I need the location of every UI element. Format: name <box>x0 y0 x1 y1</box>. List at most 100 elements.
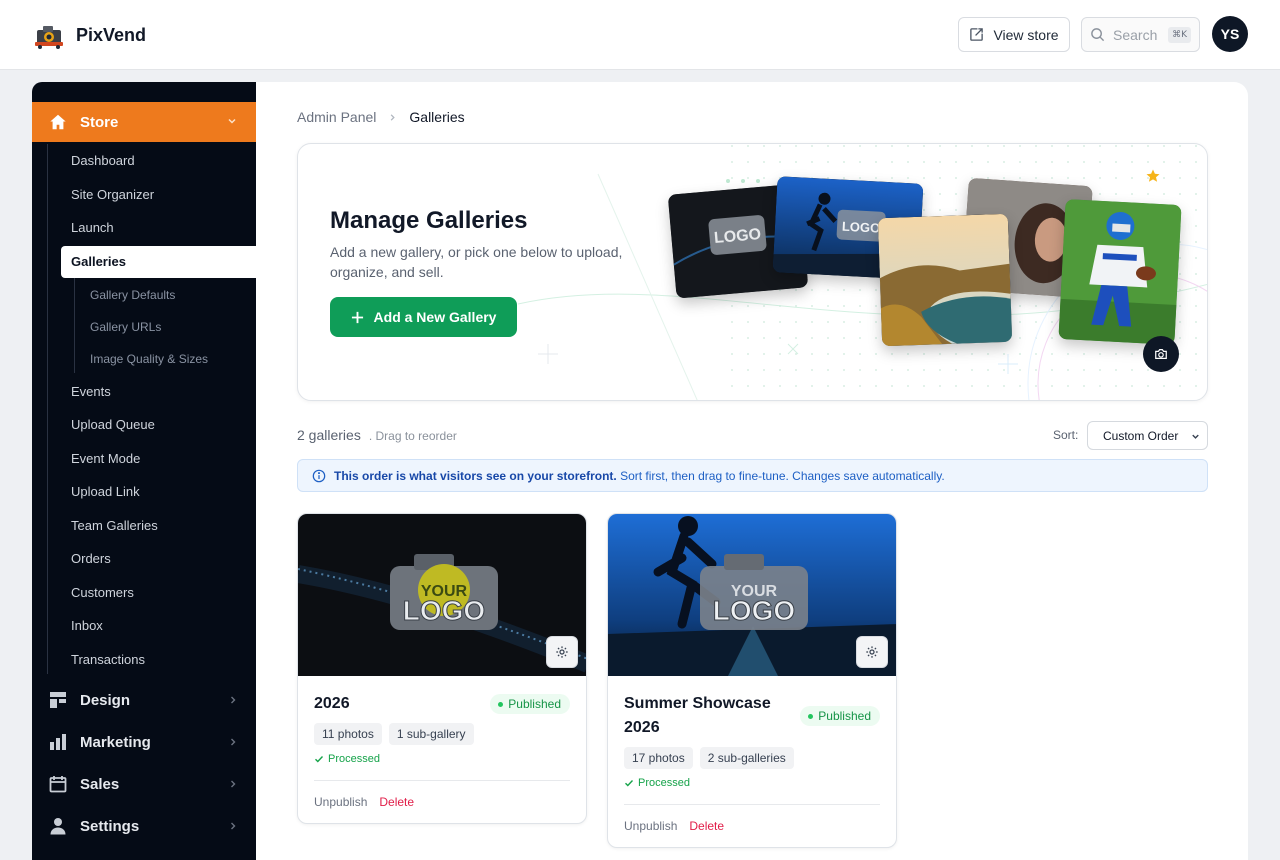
chevron-down-icon <box>1192 434 1199 439</box>
logo-text: LOGO <box>403 595 485 626</box>
sidebar-item-event-mode[interactable]: Event Mode <box>61 442 256 476</box>
user-icon <box>50 818 66 835</box>
status-dot <box>498 701 504 707</box>
status-dot <box>808 713 814 719</box>
sort-label: Sort: <box>1053 428 1079 442</box>
gallery-actions: Unpublish Delete <box>314 795 570 809</box>
sidebar-item-label: Events <box>71 383 111 399</box>
page-title: Manage Galleries <box>330 207 528 234</box>
breadcrumb-root[interactable]: Admin Panel <box>297 109 376 125</box>
brand[interactable]: PixVend <box>34 20 146 50</box>
order-info-bold: This order is what visitors see on your … <box>334 468 617 483</box>
sidebar-subitem-gallery-defaults[interactable]: Gallery Defaults <box>61 279 256 311</box>
camera-button[interactable] <box>1143 336 1179 372</box>
search-shortcut: ⌘K <box>1168 26 1191 43</box>
subgallery-count-tag: 2 sub-galleries <box>699 747 794 769</box>
sidebar-item-label: Orders <box>71 551 111 567</box>
avatar[interactable]: YS <box>1212 16 1248 52</box>
sidebar-section-marketing[interactable]: Marketing <box>32 721 256 763</box>
unpublish-button[interactable]: Unpublish <box>624 819 677 833</box>
runner-logo-art: YOUR LOGO <box>608 514 896 676</box>
status-badge: Published <box>800 706 880 726</box>
logo-placeholder-art: YOUR LOGO <box>298 514 586 676</box>
add-gallery-button[interactable]: Add a New Gallery <box>330 297 517 337</box>
plus-icon <box>351 311 363 323</box>
sidebar: Store Dashboard Site Organizer Launch Ga… <box>32 82 264 860</box>
gallery-title[interactable]: Summer Showcase 2026 <box>624 692 794 740</box>
camera-icon <box>1155 349 1167 359</box>
add-gallery-label: Add a New Gallery <box>373 309 497 325</box>
sidebar-item-label: Event Mode <box>71 450 141 466</box>
sidebar-section-design[interactable]: Design <box>32 679 256 721</box>
breadcrumb: Admin Panel Galleries <box>297 109 465 125</box>
collage-photo-coast <box>877 213 1013 347</box>
sidebar-item-upload-link[interactable]: Upload Link <box>61 475 256 509</box>
search-input[interactable]: Search ⌘K <box>1081 17 1200 52</box>
view-store-button[interactable]: View store <box>958 17 1070 52</box>
check-icon <box>315 756 324 763</box>
gallery-card[interactable]: YOUR LOGO Published 2026 11 photos 1 sub… <box>297 513 587 824</box>
sidebar-subitem-gallery-urls[interactable]: Gallery URLs <box>61 311 256 343</box>
gear-icon <box>866 646 878 658</box>
sidebar-item-galleries[interactable]: Galleries <box>61 245 256 278</box>
sidebar-section-label: Store <box>80 113 119 131</box>
sidebar-item-dashboard[interactable]: Dashboard <box>61 144 256 178</box>
sidebar-item-inbox[interactable]: Inbox <box>61 609 256 643</box>
sidebar-item-label: Galleries <box>71 254 126 269</box>
processing-label: Processed <box>328 753 380 765</box>
unpublish-button[interactable]: Unpublish <box>314 795 367 809</box>
gallery-tags: 17 photos 2 sub-galleries <box>624 747 880 769</box>
sidebar-subitem-image-quality[interactable]: Image Quality & Sizes <box>61 343 256 375</box>
breadcrumb-current: Galleries <box>409 109 465 125</box>
star-icon <box>1146 169 1160 182</box>
sidebar-item-orders[interactable]: Orders <box>61 542 256 576</box>
sidebar-item-customers[interactable]: Customers <box>61 576 256 610</box>
sidebar-item-label: Inbox <box>71 618 103 634</box>
sidebar-item-label: Dashboard <box>71 153 135 169</box>
gallery-thumbnail[interactable]: YOUR LOGO <box>608 514 896 676</box>
sidebar-section-settings[interactable]: Settings <box>32 805 256 847</box>
divider <box>314 780 570 781</box>
sidebar-section-store[interactable]: Store <box>32 102 264 142</box>
gallery-thumbnail[interactable]: YOUR LOGO <box>298 514 586 676</box>
search-icon <box>1091 28 1105 42</box>
sidebar-section-label: Sales <box>80 775 120 793</box>
sidebar-item-transactions[interactable]: Transactions <box>61 643 256 677</box>
bar-chart-icon <box>50 734 66 750</box>
sidebar-item-label: Upload Link <box>71 484 140 500</box>
sidebar-section-label: Design <box>80 691 131 709</box>
delete-button[interactable]: Delete <box>379 795 414 809</box>
order-info-text: This order is what visitors see on your … <box>334 469 945 483</box>
status-label: Published <box>818 709 871 723</box>
sidebar-item-events[interactable]: Events <box>61 375 256 409</box>
sidebar-section-sales[interactable]: Sales <box>32 763 256 805</box>
sidebar-section-label: Marketing <box>80 733 151 751</box>
logo-text: LOGO <box>842 219 881 236</box>
status-badge: Published <box>490 694 570 714</box>
external-edit-icon <box>970 28 984 41</box>
sort-select-value: Custom Order <box>1103 428 1179 443</box>
sidebar-item-label: Launch <box>71 220 114 236</box>
info-icon <box>312 469 326 482</box>
top-bar: PixVend View store Search ⌘K YS <box>0 0 1280 70</box>
sidebar-item-site-organizer[interactable]: Site Organizer <box>61 178 256 212</box>
delete-button[interactable]: Delete <box>689 819 724 833</box>
sidebar-item-launch[interactable]: Launch <box>61 211 256 245</box>
sidebar-item-upload-queue[interactable]: Upload Queue <box>61 408 256 442</box>
status-label: Published <box>508 697 561 711</box>
collage-photo-football <box>1058 199 1182 345</box>
gallery-card-body: Published 2026 11 photos 1 sub-gallery P… <box>298 676 586 823</box>
sidebar-subitem-label: Gallery URLs <box>90 319 162 334</box>
sort-select[interactable]: Custom Order <box>1087 421 1208 450</box>
gallery-settings-button[interactable] <box>546 636 578 668</box>
subgallery-count-tag: 1 sub-gallery <box>388 723 474 745</box>
gallery-card[interactable]: YOUR LOGO Published Summer Showcase 2026… <box>607 513 897 848</box>
sidebar-item-team-galleries[interactable]: Team Galleries <box>61 509 256 543</box>
gallery-actions: Unpublish Delete <box>624 819 880 833</box>
chevron-right-icon <box>231 738 236 746</box>
sidebar-item-label: Customers <box>71 584 134 600</box>
photo-count-tag: 11 photos <box>314 723 382 745</box>
chevron-right-icon <box>231 696 236 704</box>
sidebar-item-label: Site Organizer <box>71 186 155 202</box>
gallery-settings-button[interactable] <box>856 636 888 668</box>
